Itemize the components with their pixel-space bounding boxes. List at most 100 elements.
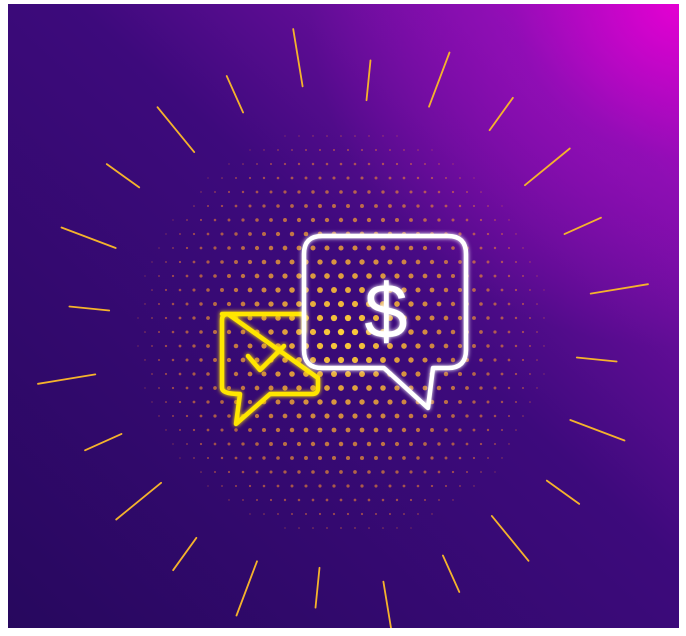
halftone-dot xyxy=(296,413,302,419)
halftone-dot xyxy=(206,288,210,292)
halftone-dot xyxy=(310,441,316,447)
halftone-dot xyxy=(310,245,316,251)
halftone-dot xyxy=(254,273,260,279)
halftone-dot xyxy=(275,259,281,265)
halftone-dot xyxy=(437,470,441,474)
halftone-dot xyxy=(479,302,483,306)
halftone-dot xyxy=(436,273,442,279)
halftone-dot xyxy=(144,303,146,305)
halftone-dot xyxy=(186,443,188,445)
halftone-dot xyxy=(317,455,323,461)
halftone-dot xyxy=(375,149,377,151)
halftone-dot xyxy=(304,456,308,460)
halftone-dot xyxy=(228,499,230,501)
halftone-dot xyxy=(248,484,252,488)
halftone-dot xyxy=(403,513,405,515)
halftone-dot xyxy=(367,162,371,166)
halftone-dot xyxy=(213,302,217,306)
halftone-dot xyxy=(200,191,202,193)
halftone-dot xyxy=(247,315,253,321)
halftone-dot xyxy=(436,357,442,363)
halftone-dot xyxy=(501,429,503,431)
halftone-dot xyxy=(380,357,386,363)
halftone-dot xyxy=(366,385,372,391)
halftone-dot xyxy=(360,512,364,516)
halftone-dot xyxy=(213,246,217,250)
halftone-dot xyxy=(310,301,316,307)
halftone-dot xyxy=(458,400,462,404)
halftone-dot xyxy=(291,513,293,515)
halftone-dot xyxy=(522,275,524,277)
halftone-dot xyxy=(296,385,302,391)
halftone-dot xyxy=(388,484,392,488)
halftone-dot xyxy=(193,205,195,207)
halftone-dot xyxy=(199,358,203,362)
halftone-dot xyxy=(144,359,146,361)
halftone-dot xyxy=(179,457,181,459)
halftone-dot xyxy=(283,218,287,222)
halftone-dot xyxy=(387,399,393,405)
halftone-dot xyxy=(443,371,449,377)
halftone-dot xyxy=(240,357,246,363)
halftone-dot xyxy=(415,343,421,349)
halftone-dot xyxy=(387,427,393,433)
halftone-dot xyxy=(289,399,295,405)
halftone-dot xyxy=(240,385,246,391)
halftone-dot xyxy=(423,190,427,194)
background-glow xyxy=(8,4,679,628)
halftone-dot xyxy=(415,315,421,321)
halftone-dot xyxy=(240,301,246,307)
halftone-dot xyxy=(373,259,379,265)
halftone-dot xyxy=(429,315,435,321)
halftone-dot xyxy=(352,245,358,251)
halftone-dot xyxy=(365,356,373,364)
halftone-dot xyxy=(395,470,399,474)
halftone-dot xyxy=(409,218,413,222)
halftone-dot xyxy=(501,233,503,235)
halftone-dot xyxy=(283,470,287,474)
halftone-dot xyxy=(151,401,153,403)
halftone-dot xyxy=(367,498,371,502)
halftone-dot xyxy=(409,190,413,194)
halftone-dot xyxy=(450,273,456,279)
halftone-dot xyxy=(296,329,302,335)
halftone-dot xyxy=(213,358,217,362)
halftone-dot xyxy=(409,162,413,166)
halftone-dot xyxy=(445,177,447,179)
halftone-dot xyxy=(443,399,449,405)
halftone-dot xyxy=(158,359,160,361)
halftone-dot xyxy=(515,401,517,403)
halftone-dot xyxy=(316,342,324,350)
halftone-dot xyxy=(234,428,238,432)
halftone-dot xyxy=(226,301,232,307)
halftone-dot xyxy=(185,274,189,278)
halftone-dot xyxy=(318,176,322,180)
halftone-dot xyxy=(283,190,287,194)
halftone-dot xyxy=(450,301,456,307)
halftone-dot xyxy=(233,371,239,377)
halftone-dot xyxy=(422,301,428,307)
halftone-dot xyxy=(268,301,274,307)
halftone-dot xyxy=(206,344,210,348)
halftone-dot xyxy=(429,259,435,265)
halftone-dot xyxy=(330,342,338,350)
halftone-dot xyxy=(242,163,244,165)
halftone-dot xyxy=(248,204,252,208)
halftone-dot xyxy=(450,329,456,335)
halftone-dot xyxy=(331,287,337,293)
halftone-dot xyxy=(500,288,504,292)
halftone-dot xyxy=(346,176,350,180)
halftone-dot xyxy=(289,427,295,433)
halftone-dot xyxy=(185,386,189,390)
halftone-dot xyxy=(430,428,434,432)
halftone-dot xyxy=(486,288,490,292)
halftone-dot xyxy=(472,372,476,376)
dollar-sign-icon: $ xyxy=(364,267,407,355)
halftone-dot xyxy=(438,163,440,165)
halftone-dot xyxy=(458,260,462,264)
halftone-dot xyxy=(340,135,342,137)
halftone-dot xyxy=(493,274,497,278)
halftone-dot xyxy=(338,217,344,223)
halftone-dot xyxy=(310,217,316,223)
halftone-dot xyxy=(430,204,434,208)
